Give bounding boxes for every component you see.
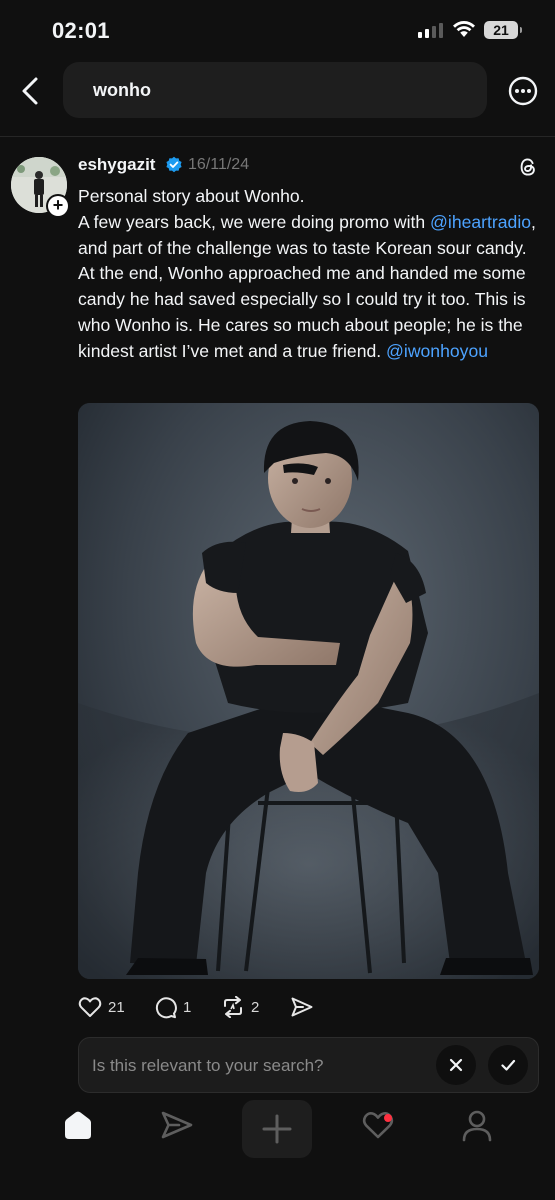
repost-button[interactable]: 2 — [221, 996, 259, 1018]
reply-icon — [155, 997, 177, 1019]
post-author[interactable]: eshygazit — [78, 155, 155, 175]
post-text: Personal story about Wonho. A few years … — [78, 184, 540, 365]
relevance-prompt: Is this relevant to your search? — [78, 1037, 539, 1093]
notification-dot — [384, 1114, 392, 1122]
home-icon[interactable] — [62, 1109, 94, 1141]
profile-icon[interactable] — [461, 1109, 493, 1143]
close-icon — [449, 1058, 463, 1072]
header-divider — [0, 136, 555, 137]
share-icon — [291, 997, 313, 1017]
more-icon[interactable] — [508, 76, 538, 106]
search-query: wonho — [93, 80, 151, 100]
post-paragraph: A few years back, we were doing promo wi… — [78, 210, 540, 365]
post-text-part: A few years back, we were doing promo wi… — [78, 211, 431, 232]
mention-link[interactable]: @iheartradio — [430, 212, 531, 232]
search-header: wonho — [0, 60, 555, 138]
wifi-icon — [453, 21, 475, 37]
battery-indicator: 21 — [484, 21, 522, 39]
not-relevant-button[interactable] — [436, 1045, 476, 1085]
threads-logo-icon[interactable] — [517, 156, 539, 178]
send-icon[interactable] — [160, 1109, 194, 1141]
plus-icon — [262, 1114, 292, 1144]
post-text-part: , and part of the challenge was to taste… — [78, 211, 536, 361]
search-input[interactable]: wonho — [63, 62, 487, 118]
like-count: 21 — [108, 998, 125, 1016]
compose-button[interactable] — [242, 1100, 312, 1158]
like-button[interactable]: 21 — [78, 996, 125, 1018]
repost-count: 2 — [251, 998, 260, 1016]
mention-link[interactable]: @iwonhoyou — [386, 341, 488, 361]
check-icon — [501, 1059, 516, 1071]
reply-count: 1 — [183, 999, 192, 1016]
relevance-question: Is this relevant to your search? — [92, 1056, 324, 1075]
bottom-nav — [0, 1095, 555, 1200]
heart-icon — [78, 997, 102, 1017]
relevant-button[interactable] — [488, 1045, 528, 1085]
post-title-line: Personal story about Wonho. — [78, 186, 305, 206]
post-date: 16/11/24 — [188, 156, 250, 173]
follow-button[interactable]: + — [46, 194, 70, 218]
repost-icon — [224, 996, 242, 1018]
cellular-signal-icon — [418, 22, 443, 38]
status-bar: 02:01 21 — [0, 0, 555, 60]
reply-button[interactable]: 1 — [154, 996, 191, 1019]
verified-icon — [166, 156, 182, 173]
plus-icon: + — [48, 196, 68, 216]
post-image[interactable] — [78, 403, 539, 979]
share-button[interactable] — [290, 996, 314, 1018]
status-time: 02:01 — [52, 18, 110, 43]
back-icon[interactable] — [16, 74, 46, 108]
